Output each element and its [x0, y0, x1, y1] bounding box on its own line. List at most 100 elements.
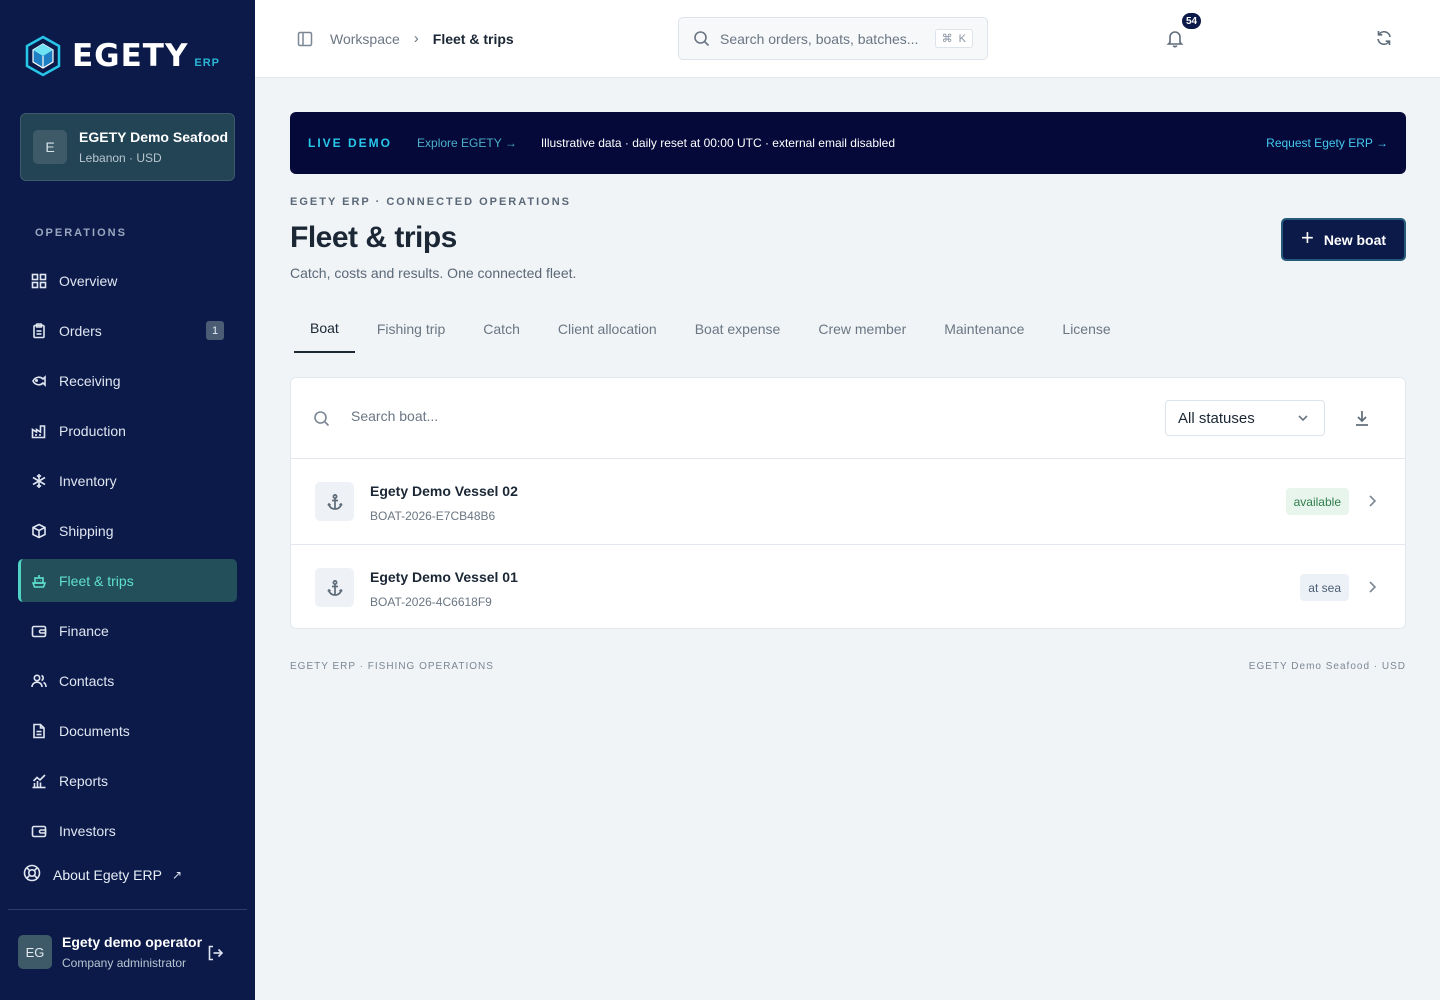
footer-left: EGETY ERP · FISHING OPERATIONS: [290, 661, 494, 672]
tab-boat-expense[interactable]: Boat expense: [679, 305, 797, 353]
company-switcher[interactable]: E EGETY Demo Seafood Lebanon · USD: [20, 113, 235, 181]
tab-catch[interactable]: Catch: [467, 305, 536, 353]
anchor-icon: [315, 482, 354, 521]
users-icon: [31, 673, 47, 689]
sidebar-item-fleet-trips[interactable]: Fleet & trips: [18, 559, 237, 602]
refresh-icon: [1377, 30, 1391, 46]
user-role: Company administrator: [62, 956, 187, 970]
sidebar-item-inventory[interactable]: Inventory: [18, 459, 237, 502]
package-icon: [31, 523, 47, 539]
sidebar-item-label: Shipping: [59, 522, 114, 539]
anchor-icon: [315, 568, 354, 607]
brand-name: EGETY: [72, 38, 189, 74]
user-profile[interactable]: EG Egety demo operator Company administr…: [18, 934, 228, 970]
logout-button[interactable]: [206, 944, 224, 967]
live-demo-tag: LIVE DEMO: [308, 136, 393, 150]
bell-icon: [1166, 31, 1184, 48]
breadcrumb-workspace[interactable]: Workspace: [330, 31, 400, 47]
tab-maintenance[interactable]: Maintenance: [928, 305, 1040, 353]
global-search[interactable]: ⌘ K: [678, 17, 988, 60]
brand-logo[interactable]: EGETY ERP: [24, 34, 220, 78]
brand-suffix: ERP: [194, 57, 221, 69]
sidebar-item-label: Documents: [59, 722, 130, 739]
breadcrumb: Workspace › Fleet & trips: [330, 30, 514, 47]
sidebar-item-label: Receiving: [59, 372, 121, 389]
sidebar-item-shipping[interactable]: Shipping: [18, 509, 237, 552]
tab-crew-member[interactable]: Crew member: [802, 305, 922, 353]
notification-count-badge: 54: [1180, 11, 1203, 31]
boat-code: BOAT-2026-4C6618F9: [370, 595, 492, 609]
sidebar-item-orders[interactable]: Orders 1: [18, 309, 237, 352]
about-link[interactable]: About Egety ERP ↗: [23, 864, 182, 885]
status-badge: at sea: [1300, 574, 1349, 601]
search-icon: [313, 410, 330, 432]
plus-icon: +: [1300, 225, 1314, 250]
chart-icon: [31, 773, 47, 789]
sidebar-item-label: Contacts: [59, 672, 115, 689]
avatar: EG: [18, 935, 52, 969]
export-button[interactable]: [1353, 409, 1371, 432]
grid-icon: [31, 273, 47, 289]
keyboard-shortcut-hint: ⌘ K: [934, 29, 973, 48]
company-avatar: E: [33, 130, 67, 164]
notifications-button[interactable]: [1165, 28, 1185, 53]
wallet-icon: [31, 623, 47, 639]
company-meta: Lebanon · USD: [79, 151, 162, 165]
footer-right: EGETY Demo Seafood · USD: [1248, 661, 1406, 672]
logo-icon: [25, 35, 61, 77]
new-boat-button[interactable]: + New boat: [1281, 218, 1406, 261]
factory-icon: [31, 423, 47, 439]
tab-boat[interactable]: Boat: [294, 305, 355, 353]
boat-code: BOAT-2026-E7CB48B6: [370, 509, 496, 523]
entity-tabs: Boat Fishing trip Catch Client allocatio…: [294, 305, 1133, 353]
table-row[interactable]: Egety Demo Vessel 02 BOAT-2026-E7CB48B6 …: [291, 459, 1405, 544]
ship-icon: [31, 573, 47, 589]
command-key: ⌘: [941, 33, 953, 45]
sidebar-item-finance[interactable]: Finance: [18, 609, 237, 652]
sidebar-divider: [8, 909, 247, 910]
tab-license[interactable]: License: [1046, 305, 1126, 353]
sidebar-item-production[interactable]: Production: [18, 409, 237, 452]
sidebar-item-label: Investors: [59, 822, 116, 839]
status-filter-select[interactable]: All statuses: [1165, 400, 1325, 436]
refresh-button[interactable]: [1375, 29, 1393, 52]
page-subtitle: Catch, costs and results. One connected …: [290, 265, 577, 281]
sidebar-item-overview[interactable]: Overview: [18, 259, 237, 302]
table-row[interactable]: Egety Demo Vessel 01 BOAT-2026-4C6618F9 …: [291, 544, 1405, 629]
about-label: About Egety ERP: [53, 866, 162, 883]
global-search-input[interactable]: [720, 30, 920, 47]
lifebuoy-icon: [23, 864, 41, 885]
tab-client-allocation[interactable]: Client allocation: [542, 305, 673, 353]
k-key: K: [958, 32, 966, 45]
company-name: EGETY Demo Seafood: [79, 129, 229, 145]
sidebar-item-label: Overview: [59, 272, 118, 289]
sidebar-item-contacts[interactable]: Contacts: [18, 659, 237, 702]
tab-fishing-trip[interactable]: Fishing trip: [361, 305, 461, 353]
sidebar-item-label: Production: [59, 422, 126, 439]
boat-search-input[interactable]: [351, 408, 851, 424]
topbar: Workspace › Fleet & trips ⌘ K 54: [255, 0, 1440, 78]
banner-message: Illustrative data · daily reset at 00:00…: [540, 136, 896, 150]
page-eyebrow: EGETY ERP · CONNECTED OPERATIONS: [290, 196, 571, 208]
sidebar-item-label: Finance: [59, 622, 109, 639]
external-link-icon: ↗: [171, 867, 183, 882]
sidebar-item-receiving[interactable]: Receiving: [18, 359, 237, 402]
boat-name: Egety Demo Vessel 02: [370, 483, 518, 499]
explore-link[interactable]: Explore EGETY →: [417, 136, 517, 150]
chevron-down-icon: [1296, 411, 1310, 429]
sidebar-item-reports[interactable]: Reports: [18, 759, 237, 802]
wallet-icon: [31, 823, 47, 839]
nav-section-heading: OPERATIONS: [35, 227, 127, 239]
clipboard-icon: [31, 322, 47, 339]
sidebar-item-label: Inventory: [59, 472, 117, 489]
list-toolbar: All statuses: [291, 378, 1405, 459]
status-badge: available: [1285, 488, 1349, 515]
request-erp-link[interactable]: Request Egety ERP →: [1266, 136, 1388, 150]
orders-count-badge: 1: [206, 321, 224, 340]
sidebar-item-investors[interactable]: Investors: [18, 809, 237, 852]
document-icon: [31, 723, 47, 739]
sidebar-toggle-button[interactable]: [297, 31, 313, 52]
download-icon: [1356, 411, 1368, 426]
fish-icon: [31, 373, 47, 389]
sidebar-item-documents[interactable]: Documents: [18, 709, 237, 752]
